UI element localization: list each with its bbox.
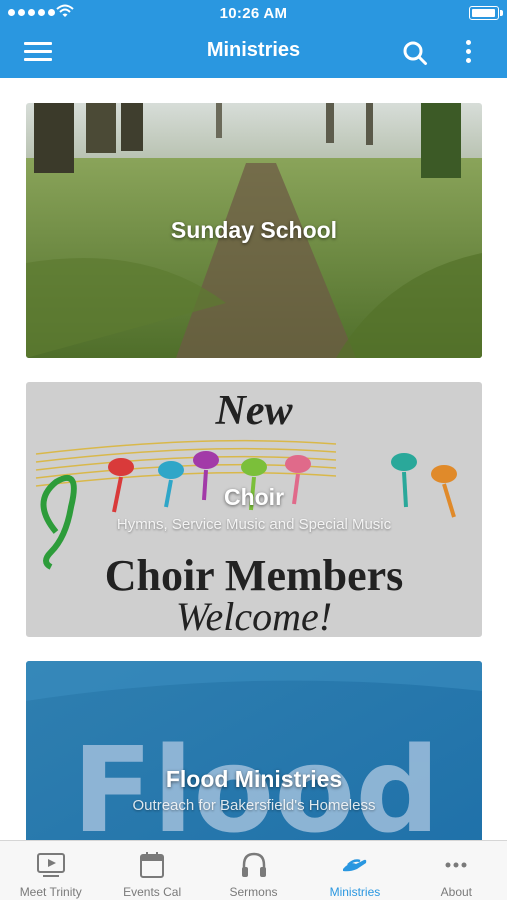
card-subtitle: Outreach for Bakersfield's Homeless [132, 797, 376, 814]
ministries-list: Sunday School New Choir Members Welcome!… [26, 103, 482, 840]
card-title: Flood Ministries [165, 766, 343, 792]
more-vertical-icon[interactable] [460, 38, 476, 68]
card-subtitle: Hymns, Service Music and Special Music [116, 516, 392, 533]
status-bar: 10:26 AM [0, 0, 507, 26]
tab-meet-trinity[interactable]: Meet Trinity [0, 841, 101, 900]
helping-hands-icon [342, 859, 367, 872]
card-title: Choir [223, 484, 285, 510]
ministry-card-sunday-school[interactable]: Sunday School [26, 103, 482, 358]
tab-bar: Meet Trinity Events Cal Sermons Ministri… [0, 840, 507, 900]
tab-label: Sermons [229, 885, 278, 899]
calendar-icon [140, 852, 165, 878]
headphones-icon [241, 852, 266, 877]
ministry-card-choir[interactable]: New Choir Members Welcome! Choir Hymns, … [26, 382, 482, 637]
more-horizontal-icon [445, 862, 467, 868]
tab-ministries[interactable]: Ministries [304, 841, 405, 900]
top-bar: 10:26 AM Ministries [0, 0, 507, 78]
tab-about[interactable]: About [406, 841, 507, 900]
ministry-card-flood-ministries[interactable]: Flood Flood Ministries Outreach for Bake… [26, 661, 482, 840]
poster-welcome-text: Welcome! [176, 594, 332, 637]
tab-label: Meet Trinity [19, 885, 82, 899]
nav-bar: Ministries [0, 26, 507, 78]
battery-icon [469, 6, 503, 20]
tab-sermons[interactable]: Sermons [203, 841, 304, 900]
hamburger-menu-icon[interactable] [24, 40, 54, 64]
poster-choir-members-text: Choir Members [105, 551, 404, 600]
status-time: 10:26 AM [219, 5, 288, 22]
tab-label: Ministries [329, 885, 381, 899]
card-title: Sunday School [170, 217, 338, 243]
tab-label: About [440, 885, 472, 899]
poster-new-text: New [215, 388, 294, 434]
video-player-icon [36, 853, 65, 877]
search-icon[interactable] [402, 40, 428, 66]
page-title: Ministries [206, 39, 301, 61]
tab-label: Events Cal [123, 885, 182, 899]
tab-events-cal[interactable]: Events Cal [101, 841, 202, 900]
